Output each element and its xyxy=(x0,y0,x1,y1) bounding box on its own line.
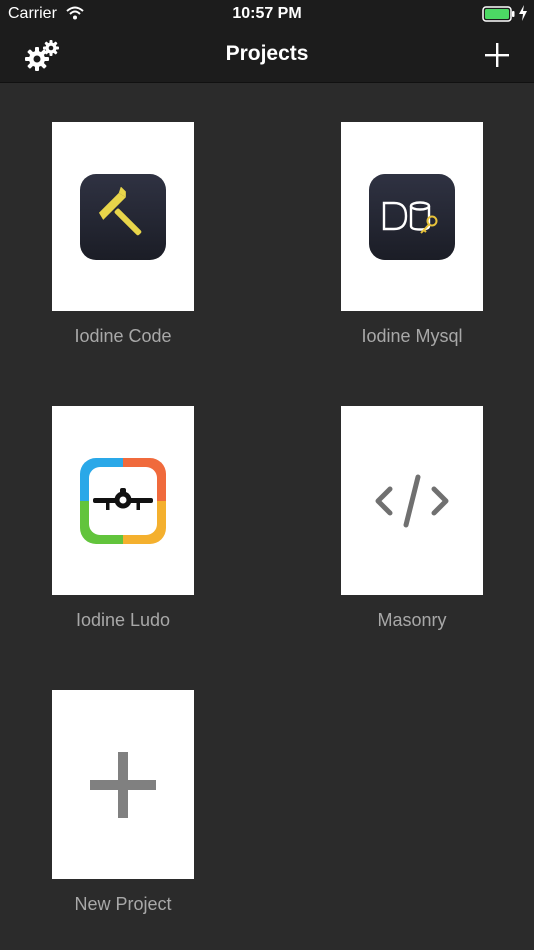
project-card[interactable] xyxy=(52,122,194,311)
project-card[interactable] xyxy=(341,406,483,595)
project-card[interactable] xyxy=(52,406,194,595)
project-label: Masonry xyxy=(377,610,447,630)
database-key-icon xyxy=(369,173,455,260)
plus-icon xyxy=(90,751,156,818)
new-project-card[interactable] xyxy=(52,690,194,879)
navigation-bar: Projects xyxy=(0,28,534,83)
project-tile-iodine-mysql[interactable]: Iodine Mysql xyxy=(341,122,483,347)
code-icon xyxy=(375,474,449,527)
hammer-icon xyxy=(80,173,166,260)
plus-icon[interactable] xyxy=(482,40,512,70)
project-label: New Project xyxy=(74,894,172,914)
project-tile-new-project[interactable]: New Project xyxy=(52,690,194,915)
charging-bolt-icon xyxy=(519,5,527,21)
project-tile-iodine-code[interactable]: Iodine Code xyxy=(52,122,194,347)
battery-icon xyxy=(482,6,515,22)
status-bar: Carrier 10:57 PM xyxy=(0,0,534,28)
project-card[interactable] xyxy=(341,122,483,311)
clock-time: 10:57 PM xyxy=(232,5,302,22)
page-title: Projects xyxy=(225,42,309,65)
airplane-icon xyxy=(80,457,166,544)
project-label: Iodine Mysql xyxy=(361,326,463,346)
project-tile-masonry[interactable]: Masonry xyxy=(341,406,483,631)
project-label: Iodine Code xyxy=(74,326,172,346)
project-label: Iodine Ludo xyxy=(75,610,171,630)
project-tile-iodine-ludo[interactable]: Iodine Ludo xyxy=(52,406,194,631)
